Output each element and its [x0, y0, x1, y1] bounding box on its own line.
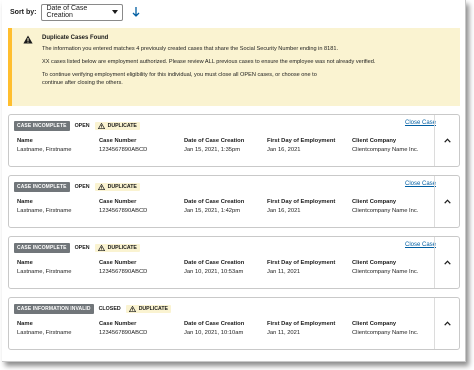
date-created-value: Jan 15, 2021, 1:35pm: [184, 147, 241, 153]
case-card: CASE INCOMPLETE OPEN DUPLICATE Close Cas…: [8, 236, 460, 289]
case-number-header: Case Number: [99, 138, 137, 144]
status-badge: CASE INCOMPLETE: [14, 182, 70, 192]
chevron-up-icon: [443, 260, 451, 265]
case-number-header: Case Number: [99, 260, 137, 266]
status-badge: CASE INFORMATION INVALID: [14, 304, 94, 314]
duplicate-badge: DUPLICATE: [94, 122, 140, 130]
alert-title: Duplicate Cases Found: [42, 35, 109, 41]
sort-bar: Sort by: Date of Case Creation: [10, 3, 141, 21]
case-card: CASE INFORMATION INVALID CLOSED DUPLICAT…: [8, 297, 460, 350]
sort-select[interactable]: Date of Case Creation: [41, 3, 124, 21]
name-value: Lastname, Firstname: [17, 330, 72, 336]
name-header: Name: [17, 260, 33, 266]
case-card: CASE INCOMPLETE OPEN DUPLICATE Close Cas…: [8, 114, 460, 167]
client-company-header: Client Company: [352, 138, 397, 144]
duplicate-alert: Duplicate Cases Found The information yo…: [8, 28, 460, 106]
case-state: OPEN: [74, 123, 90, 129]
duplicate-badge: DUPLICATE: [94, 183, 140, 191]
client-company-value: Clientcompany Name Inc.: [352, 208, 419, 214]
first-day-header: First Day of Employment: [267, 138, 336, 144]
collapse-toggle[interactable]: [434, 298, 459, 349]
status-badge: CASE INCOMPLETE: [14, 121, 70, 131]
name-header: Name: [17, 199, 33, 205]
chevron-up-icon: [443, 138, 451, 143]
sort-label: Sort by:: [10, 8, 37, 16]
first-day-header: First Day of Employment: [267, 199, 336, 205]
duplicate-badge: DUPLICATE: [94, 244, 140, 252]
chevron-down-icon: [112, 10, 119, 14]
first-day-value: Jan 11, 2021: [267, 269, 301, 275]
date-created-header: Date of Case Creation: [184, 138, 245, 144]
case-state: CLOSED: [98, 306, 121, 312]
case-number-header: Case Number: [99, 199, 137, 205]
first-day-value: Jan 16, 2021: [267, 147, 301, 153]
first-day-header: First Day of Employment: [267, 260, 336, 266]
client-company-value: Clientcompany Name Inc.: [352, 269, 419, 275]
duplicate-cases-panel: Sort by: Date of Case Creation Duplicate…: [2, 0, 466, 362]
case-number-value: 1234567890ABCD: [99, 147, 148, 153]
name-value: Lastname, Firstname: [17, 208, 72, 214]
case-number-header: Case Number: [99, 321, 137, 327]
warning-icon: [128, 306, 136, 312]
client-company-header: Client Company: [352, 321, 397, 327]
warning-icon: [23, 35, 33, 47]
close-case-link[interactable]: Close Case: [405, 242, 436, 248]
client-company-header: Client Company: [352, 260, 397, 266]
warning-icon: [97, 245, 105, 251]
collapse-toggle[interactable]: [434, 237, 459, 288]
close-case-link[interactable]: Close Case: [405, 181, 436, 187]
chevron-up-icon: [443, 321, 451, 326]
name-header: Name: [17, 321, 33, 327]
duplicate-badge: DUPLICATE: [125, 305, 171, 313]
collapse-toggle[interactable]: [434, 115, 459, 166]
collapse-toggle[interactable]: [434, 176, 459, 227]
name-value: Lastname, Firstname: [17, 147, 72, 153]
client-company-header: Client Company: [352, 199, 397, 205]
name-value: Lastname, Firstname: [17, 269, 72, 275]
client-company-value: Clientcompany Name Inc.: [352, 330, 419, 336]
case-card: CASE INCOMPLETE OPEN DUPLICATE Close Cas…: [8, 175, 460, 228]
date-created-value: Jan 10, 2021, 10:10am: [184, 330, 244, 336]
arrow-down-icon[interactable]: [131, 6, 141, 18]
first-day-value: Jan 16, 2021: [267, 208, 301, 214]
close-case-link[interactable]: Close Case: [405, 120, 436, 126]
sort-select-value: Date of Case Creation: [46, 5, 88, 19]
status-badge: CASE INCOMPLETE: [14, 243, 70, 253]
alert-text-4: continue after closing the others.: [42, 80, 123, 87]
date-created-header: Date of Case Creation: [184, 260, 245, 266]
date-created-header: Date of Case Creation: [184, 321, 245, 327]
chevron-up-icon: [443, 199, 451, 204]
alert-text-3: To continue verifying employment eligibi…: [42, 71, 317, 78]
alert-text-2: XX cases listed below are employment aut…: [42, 58, 376, 65]
case-number-value: 1234567890ABCD: [99, 269, 148, 275]
date-created-value: Jan 15, 2021, 1:42pm: [184, 208, 241, 214]
client-company-value: Clientcompany Name Inc.: [352, 147, 419, 153]
first-day-header: First Day of Employment: [267, 321, 336, 327]
first-day-value: Jan 11, 2021: [267, 330, 301, 336]
date-created-value: Jan 10, 2021, 10:53am: [184, 269, 244, 275]
warning-icon: [97, 184, 105, 190]
warning-icon: [97, 123, 105, 129]
date-created-header: Date of Case Creation: [184, 199, 245, 205]
case-state: OPEN: [74, 184, 90, 190]
case-number-value: 1234567890ABCD: [99, 330, 148, 336]
alert-text-1: The information you entered matches 4 pr…: [42, 45, 339, 52]
case-number-value: 1234567890ABCD: [99, 208, 148, 214]
case-state: OPEN: [74, 245, 90, 251]
name-header: Name: [17, 138, 33, 144]
